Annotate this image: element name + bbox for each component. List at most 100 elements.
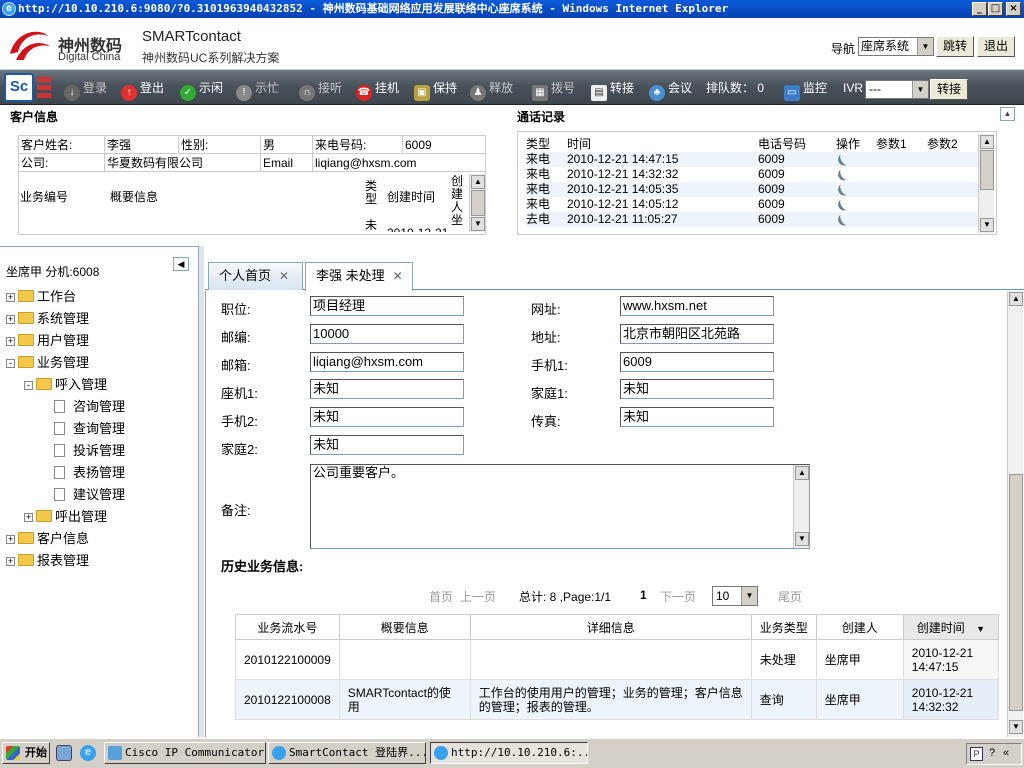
tree-node[interactable]: 投诉管理 — [54, 442, 125, 460]
maximize-button[interactable]: □ — [988, 2, 1003, 16]
scroll-up-arrow[interactable]: ▲ — [795, 466, 809, 480]
mobile1-input[interactable]: 6009 — [620, 352, 774, 372]
nav-select[interactable]: 座席系统 ▼ — [858, 37, 934, 56]
mobile2-input[interactable]: 未知 — [310, 407, 464, 427]
scroll-thumb[interactable] — [980, 150, 994, 190]
scroll-down-arrow[interactable]: ▼ — [1009, 720, 1023, 734]
task-smartcontact[interactable]: SmartContact 登陆界... — [268, 742, 426, 764]
page-size-select[interactable]: 10 ▼ — [712, 586, 758, 606]
expand-icon[interactable]: + — [6, 535, 15, 544]
tree-node[interactable]: + 报表管理 — [6, 552, 89, 570]
monitor-button[interactable]: ▭ 监控 — [784, 79, 827, 101]
collapse-icon[interactable]: - — [6, 359, 15, 368]
expand-icon[interactable]: + — [6, 293, 15, 302]
task-ie-active[interactable]: http://10.10.210.6:... — [430, 742, 588, 764]
tree-node[interactable]: + 系统管理 — [6, 310, 89, 328]
scroll-thumb[interactable] — [471, 190, 485, 216]
hangup-button[interactable]: ☎ 挂机 — [356, 79, 399, 101]
home2-input[interactable]: 未知 — [310, 435, 464, 455]
chevron-down-icon[interactable]: ▼ — [912, 81, 928, 98]
exit-button[interactable]: 退出 — [977, 36, 1015, 57]
tree-node[interactable]: 查询管理 — [54, 420, 125, 438]
tree-node[interactable]: 建议管理 — [54, 486, 125, 504]
collapse-sidebar-icon[interactable]: ◀ — [173, 257, 189, 271]
callback-phone-icon[interactable] — [835, 210, 855, 229]
busy-button[interactable]: ! 示忙 — [236, 79, 279, 101]
expand-icon[interactable]: + — [24, 513, 33, 522]
chevron-down-icon[interactable]: ▼ — [741, 587, 757, 605]
pager-current[interactable]: 1 — [640, 588, 647, 602]
ivr-transfer-button[interactable]: 转接 — [930, 79, 968, 100]
tree-node[interactable]: + 工作台 — [6, 288, 76, 306]
start-button[interactable]: 开始 — [2, 742, 50, 764]
col-summary[interactable]: 概要信息 — [338, 614, 471, 640]
home1-input[interactable]: 未知 — [620, 379, 774, 399]
close-icon[interactable]: ✕ — [279, 269, 289, 283]
col-creator[interactable]: 创建人 — [815, 614, 904, 640]
tray-expand-icon[interactable]: « — [1003, 747, 1009, 759]
expand-icon[interactable]: + — [6, 315, 15, 324]
website-input[interactable]: www.hxsm.net — [620, 296, 774, 316]
scroll-down-arrow[interactable]: ▼ — [471, 217, 485, 231]
login-button[interactable]: ↓ 登录 — [64, 79, 107, 101]
collapse-icon[interactable]: ▲ — [1000, 107, 1015, 121]
transfer-button[interactable]: ▤ 转接 — [591, 79, 634, 101]
tree-node[interactable]: + 客户信息 — [6, 530, 89, 548]
minimize-button[interactable]: _ — [972, 2, 987, 16]
scroll-up-arrow[interactable]: ▲ — [980, 135, 994, 149]
pager-prev[interactable]: 上一页 — [460, 588, 496, 605]
expand-icon[interactable]: + — [6, 557, 15, 566]
col-detail[interactable]: 详细信息 — [469, 614, 752, 640]
col-type[interactable]: 业务类型 — [750, 614, 817, 640]
call-record-row[interactable]: 来电 2010-12-21 14:05:35 6009 — [526, 180, 978, 198]
content-scrollbar[interactable]: ▲ ▼ — [1007, 291, 1023, 737]
email-input[interactable]: liqiang@hxsm.com — [310, 352, 464, 372]
note-textarea[interactable]: 公司重要客户。 — [310, 464, 810, 549]
tree-node[interactable]: - 呼入管理 — [24, 376, 107, 394]
scroll-thumb[interactable] — [1009, 474, 1023, 711]
tree-node[interactable]: + 用户管理 — [6, 332, 89, 350]
ivr-select[interactable]: --- ▼ — [865, 80, 929, 99]
landline1-input[interactable]: 未知 — [310, 379, 464, 399]
jump-button[interactable]: 跳转 — [936, 36, 974, 57]
fax-input[interactable]: 未知 — [620, 407, 774, 427]
zip-input[interactable]: 10000 — [310, 324, 464, 344]
pager-next[interactable]: 下一页 — [660, 588, 696, 605]
table-row[interactable]: 2010122100009 未处理 坐席甲 2010-12-21 14:47:15 — [235, 639, 1000, 680]
position-input[interactable]: 项目经理 — [310, 296, 464, 316]
customer-scrollbar[interactable]: ▲ ▼ — [469, 174, 485, 232]
desktop-icon[interactable] — [56, 745, 72, 761]
help-icon[interactable]: ? — [989, 747, 995, 759]
task-cisco[interactable]: Cisco IP Communicator — [104, 742, 266, 764]
tree-node[interactable]: 表扬管理 — [54, 464, 125, 482]
pager-first[interactable]: 首页 — [429, 588, 453, 605]
hold-button[interactable]: ▣ 保持 — [414, 79, 457, 101]
call-record-row[interactable]: 来电 2010-12-21 14:47:15 6009 — [526, 150, 978, 168]
language-icon[interactable]: P — [970, 747, 983, 761]
conference-button[interactable]: ♣ 会议 — [649, 79, 692, 101]
sort-desc-icon[interactable]: ▼ — [976, 624, 985, 634]
col-created[interactable]: 创建时间 ▼ — [902, 614, 1000, 640]
call-record-row[interactable]: 来电 2010-12-21 14:32:32 6009 — [526, 165, 978, 183]
splitter-handle[interactable] — [198, 246, 204, 737]
ready-button[interactable]: ✓ 示闲 — [180, 79, 223, 101]
scroll-up-arrow[interactable]: ▲ — [1009, 292, 1023, 306]
ie-quicklaunch-icon[interactable]: e — [80, 745, 96, 761]
expand-icon[interactable]: + — [6, 337, 15, 346]
table-row[interactable]: 2010122100008 SMARTcontact的使用 工作台的使用用户的管理；… — [235, 679, 1000, 720]
tree-node[interactable]: 咨询管理 — [54, 398, 125, 416]
tab-home[interactable]: 个人首页 ✕ — [208, 262, 303, 290]
note-scrollbar[interactable]: ▲ ▼ — [793, 465, 809, 548]
tree-node[interactable]: + 呼出管理 — [24, 508, 107, 526]
release-button[interactable]: ♟ 释放 — [470, 79, 513, 101]
close-window-button[interactable]: × — [1006, 2, 1021, 16]
tree-node[interactable]: - 业务管理 — [6, 354, 89, 372]
dial-button[interactable]: ▦ 拨号 — [532, 79, 575, 101]
close-icon[interactable]: ✕ — [393, 269, 403, 283]
col-biz-id[interactable]: 业务流水号 — [235, 614, 340, 640]
scroll-down-arrow[interactable]: ▼ — [980, 218, 994, 232]
call-record-row[interactable]: 去电 2010-12-21 11:05:27 6009 — [526, 210, 978, 229]
pager-last[interactable]: 尾页 — [778, 588, 802, 605]
chevron-down-icon[interactable]: ▼ — [917, 38, 933, 55]
calls-scrollbar[interactable]: ▲ ▼ — [978, 134, 994, 233]
